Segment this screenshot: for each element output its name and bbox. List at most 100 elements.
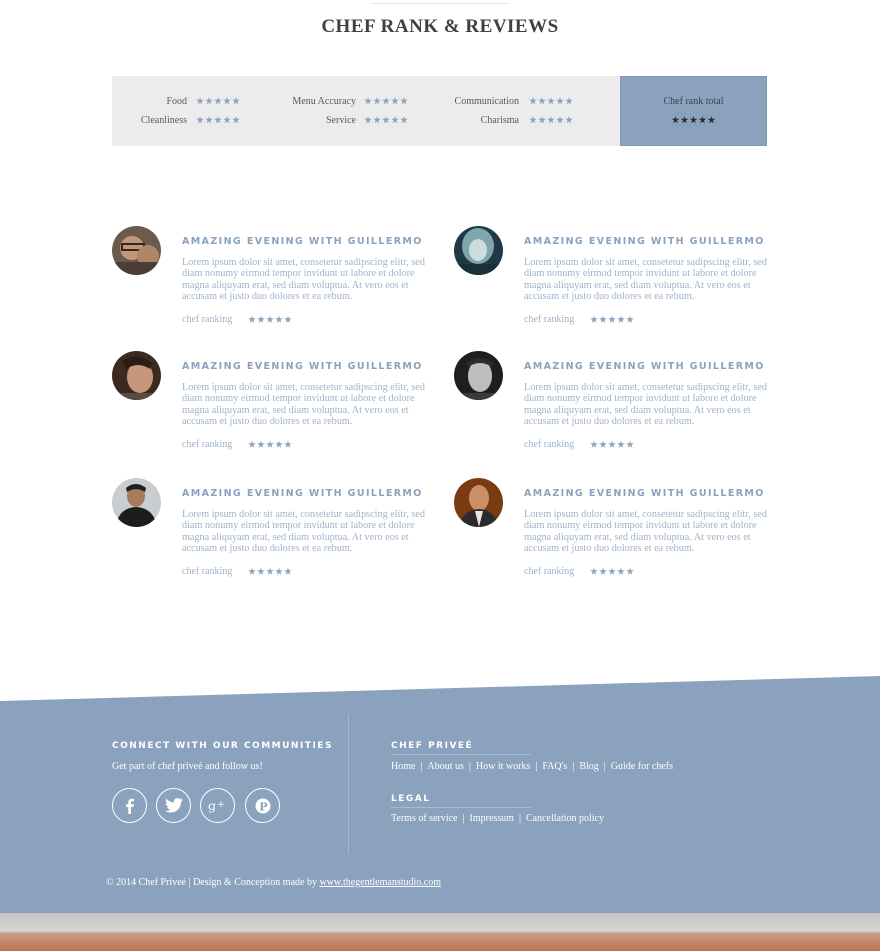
star-icon xyxy=(626,315,634,323)
star-rating xyxy=(529,97,573,105)
review-title[interactable]: AMAZING EVENING WITH GUILLERMO xyxy=(182,236,423,247)
reviewer-avatar[interactable] xyxy=(112,478,161,527)
star-icon xyxy=(275,315,283,323)
star-icon xyxy=(275,567,283,575)
google-plus-icon[interactable]: g + xyxy=(200,788,235,823)
reviewer-avatar[interactable] xyxy=(112,351,161,400)
copyright: © 2014 Chef Priveé | Design & Conception… xyxy=(106,877,441,888)
facebook-icon[interactable] xyxy=(112,788,147,823)
star-icon xyxy=(196,97,204,105)
top-divider xyxy=(370,3,510,4)
star-icon xyxy=(223,97,231,105)
star-icon xyxy=(608,440,616,448)
star-icon xyxy=(626,567,634,575)
star-rating xyxy=(364,97,408,105)
star-icon xyxy=(689,116,698,124)
review-ranking-label: chef ranking xyxy=(182,314,233,325)
reviewer-avatar[interactable] xyxy=(454,226,503,275)
chef-rank-total-label: Chef rank total xyxy=(663,96,724,107)
footer-nav-links: Home | About us | How it works | FAQ's | Blo… xyxy=(391,761,673,772)
star-icon xyxy=(547,116,555,124)
footer-link-cancellation-policy[interactable]: Cancellation policy xyxy=(526,813,604,824)
footer-link-impressum[interactable]: Impressum xyxy=(470,813,514,824)
rank-item-charisma: Charisma xyxy=(442,113,573,127)
star-icon xyxy=(565,116,573,124)
review-ranking: chef ranking xyxy=(524,314,634,325)
review-ranking-label: chef ranking xyxy=(524,566,575,577)
review-card: AMAZING EVENING WITH GUILLERMO Lorem ips… xyxy=(454,226,774,336)
twitter-icon[interactable] xyxy=(156,788,191,823)
footer-link-terms-of-service[interactable]: Terms of service xyxy=(391,813,458,824)
star-icon xyxy=(205,116,213,124)
star-icon xyxy=(373,116,381,124)
review-ranking: chef ranking xyxy=(524,566,634,577)
star-icon xyxy=(248,315,256,323)
link-separator: | xyxy=(420,761,423,772)
review-text: Lorem ipsum dolor sit amet, consetetur s… xyxy=(524,382,767,427)
star-icon xyxy=(373,97,381,105)
star-icon xyxy=(400,116,408,124)
star-icon xyxy=(284,440,292,448)
rank-label: Cleanliness xyxy=(140,114,187,126)
copyright-text: © 2014 Chef Priveé | Design & Conception… xyxy=(106,877,317,888)
star-icon xyxy=(590,567,598,575)
footer-link-guide-for-chefs[interactable]: Guide for chefs xyxy=(611,761,673,772)
reviewer-avatar[interactable] xyxy=(454,351,503,400)
link-separator: | xyxy=(603,761,606,772)
star-icon xyxy=(275,440,283,448)
star-icon xyxy=(382,97,390,105)
footer-link-how-it-works[interactable]: How it works xyxy=(476,761,530,772)
star-icon xyxy=(599,567,607,575)
review-card: AMAZING EVENING WITH GUILLERMO Lorem ips… xyxy=(454,351,774,461)
star-icon xyxy=(617,440,625,448)
footer-link-blog[interactable]: Blog xyxy=(579,761,598,772)
rank-item-communication: Communication xyxy=(442,94,573,108)
star-icon xyxy=(248,440,256,448)
link-separator: | xyxy=(468,761,471,772)
rank-label: Charisma xyxy=(480,114,519,126)
review-text: Lorem ipsum dolor sit amet, consetetur s… xyxy=(182,509,425,554)
review-title[interactable]: AMAZING EVENING WITH GUILLERMO xyxy=(524,236,765,247)
star-icon xyxy=(196,116,204,124)
star-icon xyxy=(617,315,625,323)
star-icon xyxy=(608,315,616,323)
footer-link-about-us[interactable]: About us xyxy=(427,761,463,772)
star-icon xyxy=(266,567,274,575)
review-title[interactable]: AMAZING EVENING WITH GUILLERMO xyxy=(524,488,765,499)
star-icon xyxy=(232,97,240,105)
review-title[interactable]: AMAZING EVENING WITH GUILLERMO xyxy=(182,361,423,372)
star-icon xyxy=(248,567,256,575)
page-title: CHEF RANK & REVIEWS xyxy=(321,16,559,37)
star-icon xyxy=(391,97,399,105)
reviewer-avatar[interactable] xyxy=(112,226,161,275)
studio-link[interactable]: www.thegentlemanstudio.com xyxy=(319,877,441,888)
star-icon xyxy=(556,116,564,124)
star-icon xyxy=(257,440,265,448)
star-icon xyxy=(232,116,240,124)
legal-heading-underline xyxy=(391,807,531,808)
review-card: AMAZING EVENING WITH GUILLERMO Lorem ips… xyxy=(112,226,432,336)
rank-item-food: Food xyxy=(112,94,240,108)
review-title[interactable]: AMAZING EVENING WITH GUILLERMO xyxy=(182,488,423,499)
footer-link-home[interactable]: Home xyxy=(391,761,415,772)
star-icon xyxy=(284,315,292,323)
brand-heading: CHEF PRIVEÉ xyxy=(391,741,474,751)
review-text: Lorem ipsum dolor sit amet, consetetur s… xyxy=(182,382,425,427)
review-title[interactable]: AMAZING EVENING WITH GUILLERMO xyxy=(524,361,765,372)
rank-item-service: Service xyxy=(280,113,408,127)
star-icon xyxy=(617,567,625,575)
star-rating xyxy=(248,315,292,324)
review-card: AMAZING EVENING WITH GUILLERMO Lorem ips… xyxy=(112,351,432,461)
rank-label: Food xyxy=(166,95,187,107)
footer-link-faqs[interactable]: FAQ's xyxy=(542,761,567,772)
chef-rank-total-stars xyxy=(671,116,716,124)
reviewer-avatar[interactable] xyxy=(454,478,503,527)
review-ranking-label: chef ranking xyxy=(182,439,233,450)
star-icon xyxy=(671,116,680,124)
rank-label: Service xyxy=(326,114,356,126)
review-text: Lorem ipsum dolor sit amet, consetetur s… xyxy=(182,257,425,302)
review-ranking-label: chef ranking xyxy=(524,439,575,450)
pinterest-icon[interactable]: P xyxy=(245,788,280,823)
rank-label: Menu Accuracy xyxy=(292,95,356,107)
review-ranking: chef ranking xyxy=(182,439,292,450)
